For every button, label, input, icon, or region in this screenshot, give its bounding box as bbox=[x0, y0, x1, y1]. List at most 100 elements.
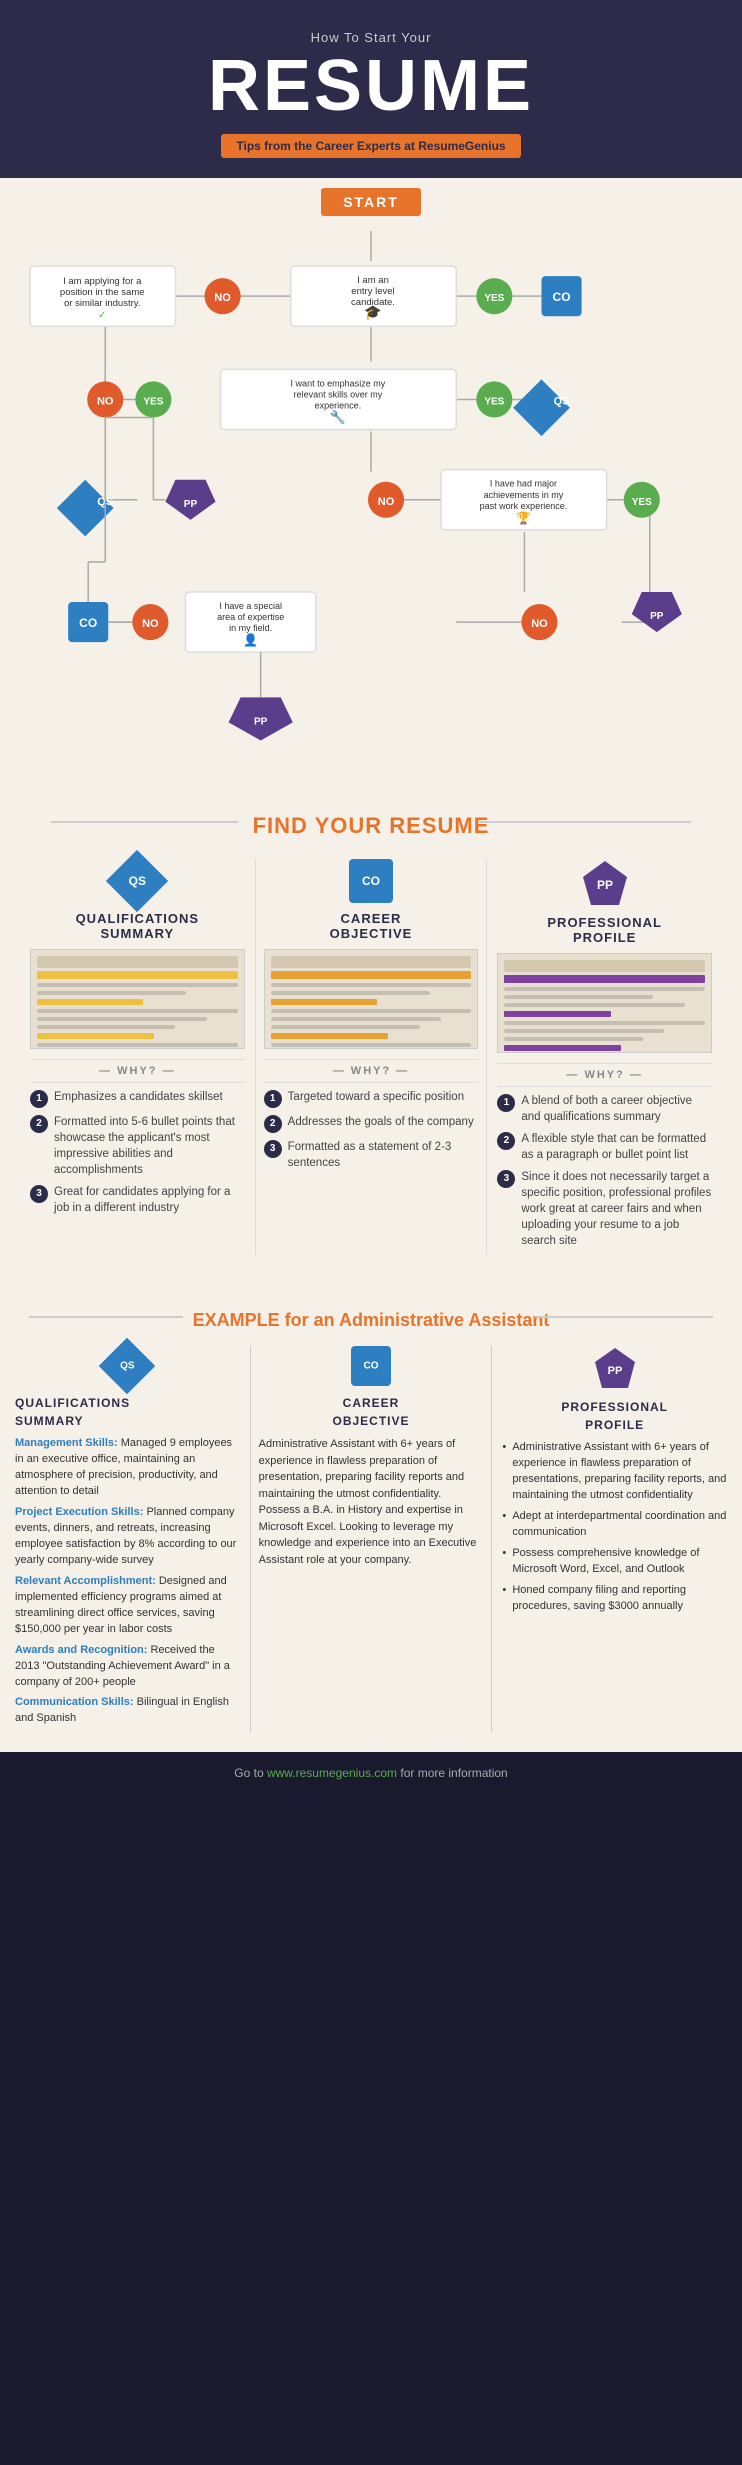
example-co-badge-text: CO bbox=[364, 1359, 379, 1374]
svg-text:past work experience.: past work experience. bbox=[480, 501, 568, 511]
co-badge-text: CO bbox=[362, 874, 380, 888]
svg-text:PP: PP bbox=[254, 716, 268, 727]
svg-text:PP: PP bbox=[597, 878, 613, 892]
pp-badge: PP bbox=[581, 859, 629, 907]
pp-point-2: 2 A flexible style that can be formatted… bbox=[497, 1131, 712, 1163]
example-pp-col: PP PROFESSIONALPROFILE Administrative As… bbox=[502, 1346, 727, 1732]
start-label: START bbox=[321, 188, 421, 216]
footer-link[interactable]: www.resumegenius.com bbox=[267, 1766, 397, 1780]
svg-text:PP: PP bbox=[184, 499, 198, 510]
svg-text:NO: NO bbox=[378, 496, 395, 508]
qs-title-line2: SUMMARY bbox=[100, 926, 174, 941]
pp-col-title: PROFESSIONAL PROFILE bbox=[497, 915, 712, 945]
svg-text:YES: YES bbox=[143, 396, 163, 407]
qs-column: QS QUALIFICATIONS SUMMARY bbox=[30, 859, 245, 1256]
qs-why-points: 1 Emphasizes a candidates skillset 2 For… bbox=[30, 1089, 245, 1217]
pp-title-line1: PROFESSIONAL bbox=[547, 915, 662, 930]
header-title: RESUME bbox=[20, 50, 722, 122]
pp-example-bullet-2: Adept at interdepartmental coordination … bbox=[502, 1509, 727, 1541]
svg-text:🏆: 🏆 bbox=[516, 511, 531, 525]
co-col-title: CAREER OBJECTIVE bbox=[264, 911, 479, 941]
co-why-label: — WHY? — bbox=[264, 1065, 479, 1077]
qs-point-2: 2 Formatted into 5-6 bullet points that … bbox=[30, 1114, 245, 1178]
footer-text2: for more information bbox=[400, 1766, 507, 1780]
qs-title-line1: QUALIFICATIONS bbox=[76, 911, 200, 926]
svg-text:I am an: I am an bbox=[357, 275, 389, 286]
pp-pentagon-icon: PP bbox=[581, 859, 629, 907]
co-badge: CO bbox=[349, 859, 393, 903]
qs-thumbnail bbox=[30, 949, 245, 1049]
svg-text:✓: ✓ bbox=[98, 310, 106, 321]
pp-point-3: 3 Since it does not necessarily target a… bbox=[497, 1169, 712, 1249]
svg-text:I am applying for a: I am applying for a bbox=[63, 276, 142, 287]
example-co-badge-wrap: CO bbox=[259, 1346, 484, 1386]
svg-text:I have a special: I have a special bbox=[219, 601, 282, 611]
example-co-content: Administrative Assistant with 6+ years o… bbox=[259, 1436, 484, 1568]
example-qs-content: Management Skills: Managed 9 employees i… bbox=[15, 1436, 240, 1727]
header-subtitle: How To Start Your bbox=[20, 30, 722, 45]
qs-point-1: 1 Emphasizes a candidates skillset bbox=[30, 1089, 245, 1108]
pp-why-header: — WHY? — bbox=[497, 1063, 712, 1087]
svg-text:NO: NO bbox=[142, 618, 159, 630]
example-co-title: CAREEROBJECTIVE bbox=[259, 1394, 484, 1430]
example-qs-badge-wrap: QS bbox=[15, 1346, 240, 1386]
tips-text: Tips from the Career Experts at bbox=[236, 139, 418, 153]
example-co-badge: CO bbox=[351, 1346, 391, 1386]
example-co-col: CO CAREEROBJECTIVE Administrative Assist… bbox=[250, 1346, 493, 1732]
qs-bullet-comm: Communication Skills: Bilingual in Engli… bbox=[15, 1695, 240, 1727]
example-pp-badge: PP bbox=[593, 1346, 637, 1390]
example-title: EXAMPLE for an Administrative Assistant bbox=[183, 1310, 560, 1331]
header-tips: Tips from the Career Experts at ResumeGe… bbox=[221, 134, 520, 158]
co-why-header: — WHY? — bbox=[264, 1059, 479, 1083]
co-column: CO CAREER OBJECTIVE bbox=[255, 859, 488, 1256]
svg-text:👤: 👤 bbox=[243, 633, 258, 647]
pp-thumbnail bbox=[497, 953, 712, 1053]
co-thumbnail bbox=[264, 949, 479, 1049]
co-point-3: 3 Formatted as a statement of 2-3 senten… bbox=[264, 1139, 479, 1171]
qs-badge: QS bbox=[115, 859, 159, 903]
pp-example-bullet-1: Administrative Assistant with 6+ years o… bbox=[502, 1440, 727, 1504]
pp-example-bullet-4: Honed company filing and reporting proce… bbox=[502, 1583, 727, 1615]
qs-bullet-rel: Relevant Accomplishment: Designed and im… bbox=[15, 1574, 240, 1638]
example-qs-badge-text: QS bbox=[120, 1359, 134, 1374]
svg-text:CO: CO bbox=[553, 290, 571, 304]
pp-point-1: 1 A blend of both a career objective and… bbox=[497, 1093, 712, 1125]
find-resume-section: FIND YOUR RESUME QS QUALIFICATIONS SUMMA… bbox=[0, 793, 742, 1286]
example-header: EXAMPLE for an Administrative Assistant bbox=[15, 1295, 727, 1336]
flowchart-section: START bbox=[0, 178, 742, 793]
example-pp-badge-wrap: PP bbox=[502, 1346, 727, 1390]
svg-text:NO: NO bbox=[531, 618, 548, 630]
svg-text:🎓: 🎓 bbox=[364, 304, 381, 321]
tips-brand: ResumeGenius bbox=[418, 139, 505, 153]
svg-text:QS: QS bbox=[554, 395, 570, 407]
qs-why-header: — WHY? — bbox=[30, 1059, 245, 1083]
svg-text:relevant skills over my: relevant skills over my bbox=[294, 389, 383, 399]
svg-text:area of expertise: area of expertise bbox=[217, 612, 284, 622]
qs-bullet-mgmt: Management Skills: Managed 9 employees i… bbox=[15, 1436, 240, 1500]
footer: Go to www.resumegenius.com for more info… bbox=[0, 1752, 742, 1794]
footer-text: Go to bbox=[234, 1766, 267, 1780]
svg-text:I have had major: I have had major bbox=[490, 479, 557, 489]
pp-badge-wrap: PP bbox=[497, 859, 712, 907]
pp-column: PP PROFESSIONAL PROFILE bbox=[497, 859, 712, 1256]
example-columns: QS QUALIFICATIONSSUMMARY Management Skil… bbox=[15, 1346, 727, 1732]
svg-text:NO: NO bbox=[214, 292, 231, 304]
svg-text:position in the same: position in the same bbox=[60, 287, 145, 298]
co-badge-wrap: CO bbox=[264, 859, 479, 903]
co-point-1: 1 Targeted toward a specific position bbox=[264, 1089, 479, 1108]
svg-text:🔧: 🔧 bbox=[330, 409, 346, 425]
example-qs-col: QS QUALIFICATIONSSUMMARY Management Skil… bbox=[15, 1346, 240, 1732]
example-section: EXAMPLE for an Administrative Assistant … bbox=[0, 1285, 742, 1752]
pp-why-label: — WHY? — bbox=[497, 1069, 712, 1081]
svg-text:CO: CO bbox=[79, 616, 97, 630]
qs-bullet-proj: Project Execution Skills: Planned compan… bbox=[15, 1505, 240, 1569]
pp-title-line2: PROFILE bbox=[573, 930, 636, 945]
svg-text:YES: YES bbox=[484, 396, 504, 407]
example-pp-content: Administrative Assistant with 6+ years o… bbox=[502, 1440, 727, 1614]
svg-text:YES: YES bbox=[632, 497, 652, 508]
example-qs-badge: QS bbox=[107, 1346, 147, 1386]
svg-text:or similar industry.: or similar industry. bbox=[64, 298, 141, 309]
find-resume-header: FIND YOUR RESUME bbox=[15, 793, 727, 849]
qs-point-3: 3 Great for candidates applying for a jo… bbox=[30, 1184, 245, 1216]
qs-why-label: — WHY? — bbox=[30, 1065, 245, 1077]
